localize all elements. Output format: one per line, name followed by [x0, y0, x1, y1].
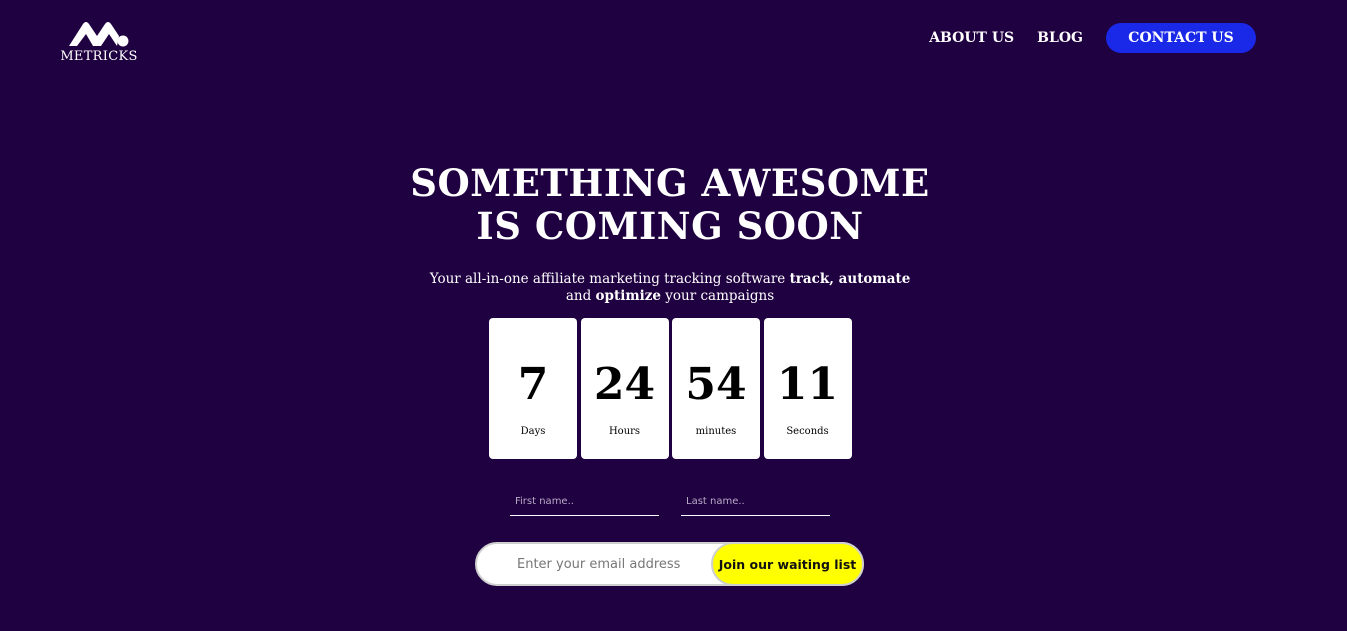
- metricks-logo-icon: [69, 22, 129, 47]
- email-input[interactable]: [477, 544, 717, 584]
- page: METRICKS ABOUT US BLOG CONTACT US SOMETH…: [0, 0, 1347, 631]
- brand-name: METRICKS: [60, 49, 138, 64]
- hero-title-line1: SOMETHING AWESOME: [410, 161, 930, 205]
- contact-us-button[interactable]: CONTACT US: [1106, 23, 1256, 53]
- countdown-seconds: 11 Seconds: [763, 318, 852, 459]
- subtitle-text: Your all-in-one affiliate marketing trac…: [429, 271, 790, 287]
- subtitle-text-3: your campaigns: [661, 288, 775, 304]
- hero-subtitle: Your all-in-one affiliate marketing trac…: [0, 271, 1340, 305]
- countdown-hours: 24 Hours: [580, 318, 669, 459]
- subtitle-text-2: and: [565, 288, 596, 304]
- email-signup-form: Join our waiting list: [475, 542, 864, 586]
- hero-title: SOMETHING AWESOME IS COMING SOON: [0, 162, 1340, 248]
- brand-logo[interactable]: METRICKS: [60, 20, 138, 68]
- countdown-days: 7 Days: [489, 318, 577, 459]
- subtitle-bold-optimize: optimize: [595, 288, 661, 304]
- countdown-timer: 7 Days 24 Hours 54 minutes 11 Seconds: [489, 318, 852, 459]
- nav-blog-link[interactable]: BLOG: [1037, 30, 1083, 46]
- countdown-hours-value: 24: [593, 359, 656, 410]
- countdown-minutes: 54 minutes: [672, 318, 760, 459]
- countdown-days-value: 7: [517, 359, 549, 410]
- countdown-minutes-value: 54: [685, 359, 747, 410]
- last-name-input[interactable]: [681, 493, 830, 516]
- countdown-seconds-value: 11: [776, 359, 839, 410]
- countdown-minutes-label: minutes: [695, 426, 737, 437]
- hero-title-line2: IS COMING SOON: [476, 204, 864, 248]
- subtitle-bold-track: track, automate: [789, 271, 911, 287]
- first-name-input[interactable]: [510, 493, 659, 516]
- join-waiting-list-button[interactable]: Join our waiting list: [711, 542, 864, 586]
- countdown-seconds-label: Seconds: [786, 426, 829, 437]
- countdown-days-label: Days: [520, 426, 546, 437]
- top-nav: ABOUT US BLOG CONTACT US: [929, 23, 1256, 53]
- countdown-hours-label: Hours: [608, 426, 641, 437]
- nav-about-link[interactable]: ABOUT US: [929, 30, 1014, 46]
